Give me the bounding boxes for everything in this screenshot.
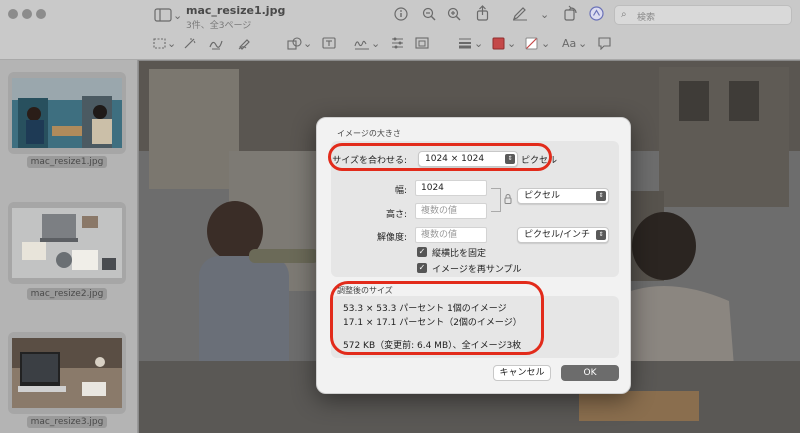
resulting-size-section-title: 調整後のサイズ: [337, 286, 393, 295]
markup-pen-icon[interactable]: [512, 6, 528, 24]
adjust-size-dialog: イメージの大きさ サイズを合わせる: 1024 × 1024 ⇕ ピクセル 幅:…: [316, 117, 631, 394]
rotate-icon[interactable]: [563, 5, 578, 24]
thumbnail-1[interactable]: [8, 72, 126, 154]
note-icon[interactable]: [598, 37, 611, 53]
resolution-unit-value: ピクセル/インチ: [524, 230, 591, 240]
zoom-window-button[interactable]: [36, 9, 46, 19]
sidebar-icon[interactable]: [154, 8, 172, 25]
zoom-in-icon[interactable]: [447, 7, 461, 24]
border-color-icon[interactable]: [492, 37, 505, 53]
resulting-size-group: 53.3 × 53.3 パーセント 1個のイメージ 17.1 × 17.1 パー…: [331, 296, 619, 358]
sign-chevron-down-icon[interactable]: ⌄: [371, 38, 380, 49]
info-icon[interactable]: [394, 7, 408, 24]
thumbnail-image: [12, 338, 122, 408]
cancel-button[interactable]: キャンセル: [493, 365, 551, 381]
sketch-icon[interactable]: [209, 37, 223, 53]
resolution-unit-popup[interactable]: ピクセル/インチ ⇕: [517, 227, 609, 243]
zoom-out-icon[interactable]: [422, 7, 436, 24]
fit-into-value: 1024 × 1024: [425, 154, 485, 164]
window-title: mac_resize1.jpg: [186, 4, 286, 17]
width-field[interactable]: 1024: [415, 180, 487, 196]
ok-button[interactable]: OK: [561, 365, 619, 381]
line-style-chevron-down-icon[interactable]: ⌄: [474, 38, 483, 49]
window-toolbar: ⌄ mac_resize1.jpg 3件、全3ページ ⌄ ⌕ 検索 ⌄ ⌄ ⌄ …: [0, 0, 800, 60]
close-window-button[interactable]: [8, 9, 18, 19]
select-chevron-down-icon[interactable]: ⌄: [167, 38, 176, 49]
height-field[interactable]: 複数の値: [415, 203, 487, 219]
result-line-3: 572 KB（変更前: 6.4 MB）、全イメージ3枚: [343, 341, 522, 351]
shapes-icon[interactable]: [287, 37, 302, 53]
scale-proportionally-checkbox[interactable]: ✓: [417, 247, 427, 257]
resample-label: イメージを再サンプル: [432, 265, 522, 275]
search-icon: ⌕: [621, 9, 627, 20]
chevron-up-down-icon: ⇕: [505, 154, 515, 164]
instant-alpha-icon[interactable]: [183, 37, 196, 53]
resolution-label: 解像度:: [376, 233, 407, 243]
text-style-chevron-down-icon[interactable]: ⌄: [578, 38, 587, 49]
window-subtitle: 3件、全3ページ: [186, 21, 252, 31]
markup-circle-icon[interactable]: [589, 6, 604, 24]
thumbnail-image: [12, 208, 122, 278]
image-size-section-title: イメージの大きさ: [337, 129, 401, 138]
search-field[interactable]: ⌕ 検索: [614, 5, 792, 25]
fill-color-icon[interactable]: [525, 37, 538, 53]
result-line-2: 17.1 × 17.1 パーセント（2個のイメージ）: [343, 318, 522, 328]
thumbnail-image: [12, 78, 122, 148]
adjust-color-icon[interactable]: [391, 37, 404, 52]
fit-into-label: サイズを合わせる:: [332, 156, 407, 166]
proportion-bracket: [491, 188, 501, 212]
thumbnail-3[interactable]: [8, 332, 126, 414]
height-label: 高さ:: [385, 210, 407, 220]
thumbnail-2[interactable]: [8, 202, 126, 284]
border-color-chevron-down-icon[interactable]: ⌄: [507, 38, 516, 49]
sign-icon[interactable]: [354, 37, 370, 53]
size-unit-value: ピクセル: [524, 191, 561, 201]
minimize-window-button[interactable]: [22, 9, 32, 19]
adjust-size-icon[interactable]: [415, 37, 429, 52]
thumbnail-sidebar: mac_resize1.jpg mac_resize2.jpg mac_resi…: [0, 60, 138, 433]
fit-into-popup[interactable]: 1024 × 1024 ⇕: [418, 151, 518, 167]
chevron-up-down-icon: ⇕: [596, 191, 606, 201]
thumbnail-label-3: mac_resize3.jpg: [0, 416, 134, 428]
result-line-1: 53.3 × 53.3 パーセント 1個のイメージ: [343, 304, 507, 314]
thumbnail-label-1: mac_resize1.jpg: [0, 156, 134, 168]
image-size-group: サイズを合わせる: 1024 × 1024 ⇕ ピクセル 幅: 1024 高さ:…: [331, 141, 619, 277]
fit-into-unit-label: ピクセル: [521, 156, 558, 166]
lock-icon: [504, 194, 512, 207]
markup-chevron-down-icon[interactable]: ⌄: [540, 9, 549, 20]
search-placeholder: 検索: [637, 13, 656, 23]
draw-icon[interactable]: [238, 37, 252, 53]
thumbnail-label-2: mac_resize2.jpg: [0, 288, 134, 300]
resolution-field[interactable]: 複数の値: [415, 227, 487, 243]
line-style-icon[interactable]: [458, 37, 472, 52]
sidebar-chevron-down-icon[interactable]: ⌄: [173, 10, 182, 21]
share-icon[interactable]: [476, 5, 489, 24]
scale-proportionally-label: 縦横比を固定: [432, 249, 487, 259]
text-box-icon[interactable]: [322, 37, 336, 52]
resample-checkbox[interactable]: ✓: [417, 263, 427, 273]
fill-color-chevron-down-icon[interactable]: ⌄: [541, 38, 550, 49]
size-unit-popup[interactable]: ピクセル ⇕: [517, 188, 609, 204]
shapes-chevron-down-icon[interactable]: ⌄: [303, 38, 312, 49]
select-rect-icon[interactable]: [153, 38, 166, 52]
chevron-up-down-icon: ⇕: [596, 230, 606, 240]
text-style-icon[interactable]: Aa: [562, 38, 576, 49]
width-label: 幅:: [394, 186, 407, 196]
